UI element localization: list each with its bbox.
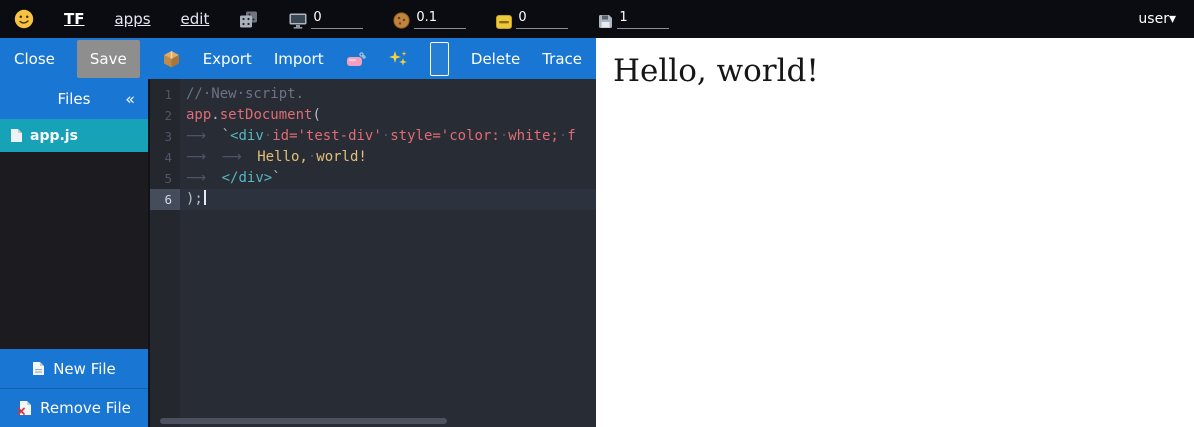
- cookie-value[interactable]: 0.1: [414, 10, 466, 29]
- code-line-text[interactable]: );: [180, 189, 596, 210]
- line-number: 2: [150, 105, 180, 126]
- empty-icon-button[interactable]: [430, 42, 449, 76]
- close-button[interactable]: Close: [14, 50, 55, 68]
- nav-edit-link[interactable]: edit: [181, 10, 210, 28]
- new-file-icon: [32, 361, 45, 376]
- export-button[interactable]: Export: [203, 50, 252, 68]
- code-line[interactable]: 1//·New·script.: [150, 84, 596, 105]
- code-lines: 1//·New·script.2app.setDocument(3⟶`<div·…: [150, 79, 596, 427]
- code-line[interactable]: 5⟶</div>`: [150, 168, 596, 189]
- app-logo-smiley-icon[interactable]: [14, 9, 34, 29]
- sparkles-icon[interactable]: [388, 50, 408, 68]
- files-header-label: Files: [58, 90, 91, 108]
- new-file-button[interactable]: New File: [0, 349, 148, 388]
- editor-toolbar: Close Save Export Import Delete Trace: [0, 38, 596, 79]
- brand-link[interactable]: TF: [64, 10, 84, 28]
- remove-file-button[interactable]: Remove File: [0, 388, 148, 427]
- line-number: 1: [150, 84, 180, 105]
- code-line[interactable]: 6);: [150, 189, 596, 210]
- code-line-text[interactable]: //·New·script.: [180, 84, 596, 105]
- cookie-icon: [393, 12, 410, 29]
- horizontal-scrollbar[interactable]: [150, 418, 596, 425]
- gold-card-icon: [496, 15, 512, 29]
- preview-pane: Hello, world!: [596, 38, 1194, 427]
- line-number: 4: [150, 147, 180, 168]
- files-sidebar: Files « app.js New File: [0, 79, 148, 427]
- gold-card-value[interactable]: 0: [516, 10, 568, 29]
- code-line[interactable]: 2app.setDocument(: [150, 105, 596, 126]
- floppy-disk-icon: [598, 14, 613, 29]
- code-line-text[interactable]: ⟶`<div·id='test-div'·style='color:·white…: [180, 126, 596, 147]
- scrollbar-thumb[interactable]: [160, 418, 447, 424]
- import-button[interactable]: Import: [274, 50, 324, 68]
- line-number: 6: [150, 189, 180, 210]
- dice-icon[interactable]: [239, 11, 259, 28]
- document-icon: [10, 128, 23, 143]
- save-button[interactable]: Save: [77, 40, 140, 78]
- meter-floppy: 1: [598, 10, 669, 29]
- file-name: app.js: [30, 128, 78, 144]
- code-line-text[interactable]: ⟶⟶Hello,·world!: [180, 147, 596, 168]
- rendered-hello-text: Hello, world!: [613, 53, 819, 89]
- files-panel-header: Files «: [0, 79, 148, 119]
- remove-file-icon: [17, 400, 32, 416]
- code-line[interactable]: 4⟶⟶Hello,·world!: [150, 147, 596, 168]
- line-number: 5: [150, 168, 180, 189]
- monitor-icon: [289, 13, 307, 29]
- collapse-sidebar-button[interactable]: «: [125, 90, 135, 109]
- code-line-text[interactable]: ⟶</div>`: [180, 168, 596, 189]
- delete-button[interactable]: Delete: [471, 50, 520, 68]
- soap-icon[interactable]: [346, 51, 366, 67]
- package-icon[interactable]: [162, 50, 181, 68]
- monitor-value[interactable]: 0: [311, 10, 363, 29]
- text-cursor: [204, 190, 206, 205]
- top-bar: TF apps edit 0 0.1 0 1 user▾: [0, 0, 1194, 38]
- new-file-label: New File: [53, 360, 116, 378]
- user-menu[interactable]: user▾: [1138, 11, 1180, 27]
- code-line-text[interactable]: app.setDocument(: [180, 105, 596, 126]
- meter-monitor: 0: [289, 10, 363, 29]
- code-line[interactable]: 3⟶`<div·id='test-div'·style='color:·whit…: [150, 126, 596, 147]
- remove-file-label: Remove File: [40, 399, 131, 417]
- meter-gold-card: 0: [496, 10, 568, 29]
- nav-apps-link[interactable]: apps: [114, 10, 150, 28]
- floppy-value[interactable]: 1: [617, 10, 669, 29]
- editor-column: Close Save Export Import Delete Trace Fi…: [0, 38, 596, 427]
- file-list: app.js: [0, 119, 148, 349]
- line-number: 3: [150, 126, 180, 147]
- trace-button[interactable]: Trace: [542, 50, 582, 68]
- main-area: Close Save Export Import Delete Trace Fi…: [0, 38, 1194, 427]
- file-item-appjs[interactable]: app.js: [0, 119, 148, 152]
- meter-cookie: 0.1: [393, 10, 466, 29]
- code-editor[interactable]: 1//·New·script.2app.setDocument(3⟶`<div·…: [148, 79, 596, 427]
